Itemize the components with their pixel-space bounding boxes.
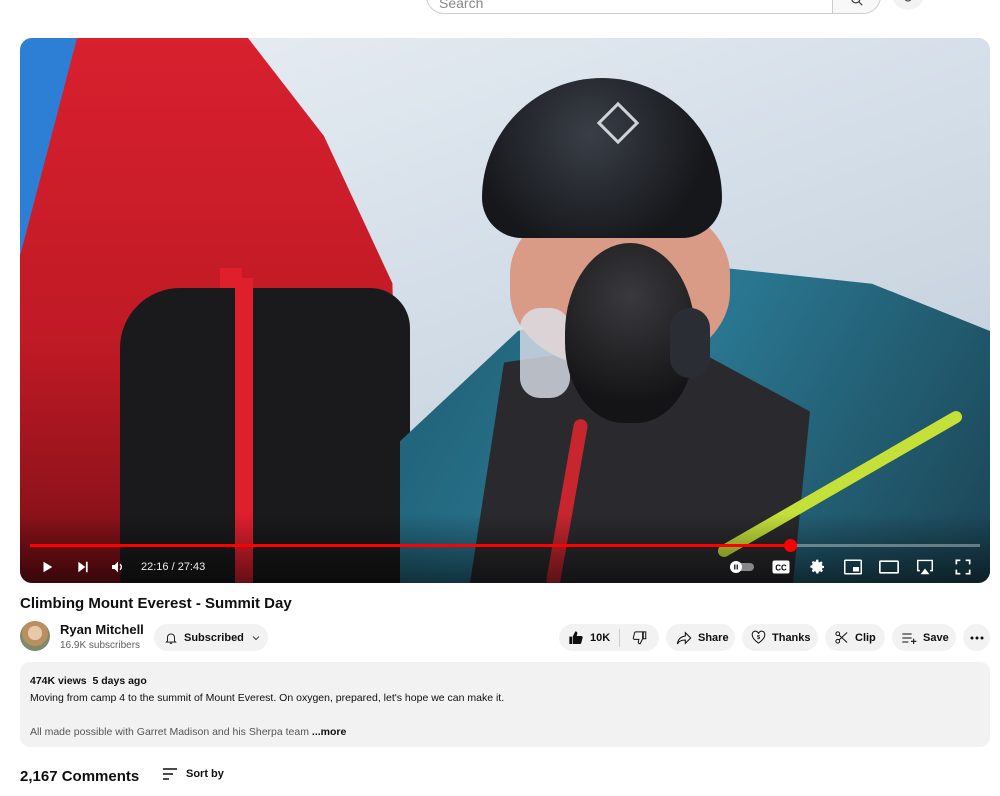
save-playlist-icon bbox=[902, 632, 917, 644]
fullscreen-icon bbox=[955, 559, 971, 575]
svg-text:$: $ bbox=[757, 635, 761, 641]
share-button[interactable]: Share bbox=[666, 624, 735, 651]
progress-fill bbox=[30, 544, 790, 547]
like-count: 10K bbox=[590, 631, 611, 644]
theater-icon bbox=[879, 560, 899, 574]
sort-icon bbox=[163, 768, 177, 780]
more-actions-button[interactable] bbox=[963, 624, 990, 651]
subscribe-button[interactable]: Subscribed bbox=[154, 624, 268, 651]
sort-comments-button[interactable]: Sort by bbox=[162, 768, 224, 780]
thanks-button[interactable]: $ Thanks bbox=[742, 624, 818, 651]
next-icon bbox=[78, 561, 88, 573]
subscribe-label: Subscribed bbox=[184, 631, 244, 644]
progress-bar[interactable] bbox=[30, 539, 980, 552]
svg-text:CC: CC bbox=[775, 564, 787, 573]
cc-icon: CC bbox=[772, 560, 790, 574]
channel-name[interactable]: Ryan Mitchell bbox=[60, 622, 144, 637]
chevron-down-icon bbox=[252, 635, 260, 640]
voice-search-button[interactable] bbox=[892, 0, 924, 10]
subscriber-count: 16.9K subscribers bbox=[60, 640, 141, 651]
next-button[interactable] bbox=[74, 556, 92, 578]
description-text: All made possible with Garret Madison an… bbox=[30, 726, 309, 738]
bell-icon bbox=[165, 632, 177, 644]
thumbs-down-icon bbox=[632, 631, 646, 645]
theater-mode-button[interactable] bbox=[878, 556, 900, 578]
upload-age: 5 days ago bbox=[92, 675, 147, 687]
thanks-label: Thanks bbox=[772, 631, 811, 644]
avatar[interactable] bbox=[20, 621, 50, 651]
video-frame-detail bbox=[520, 308, 570, 398]
clip-button[interactable]: Clip bbox=[825, 624, 885, 651]
play-button[interactable] bbox=[38, 556, 56, 578]
search-icon bbox=[850, 0, 863, 6]
volume-button[interactable] bbox=[109, 556, 127, 578]
fullscreen-button[interactable] bbox=[952, 556, 974, 578]
comments-count: 2,167 Comments bbox=[20, 768, 140, 785]
search-input[interactable]: Search bbox=[427, 0, 832, 11]
thumbs-up-icon bbox=[569, 630, 583, 644]
play-icon bbox=[43, 561, 53, 573]
airplay-icon bbox=[917, 559, 933, 575]
description-line: All made possible with Garret Madison an… bbox=[30, 724, 980, 741]
view-count: 474K views bbox=[30, 675, 87, 687]
save-button[interactable]: Save bbox=[892, 624, 956, 651]
video-frame-detail bbox=[670, 308, 710, 378]
autoplay-toggle-icon bbox=[730, 561, 754, 573]
settings-button[interactable] bbox=[807, 556, 829, 578]
more-horizontal-icon bbox=[970, 636, 983, 639]
search-button[interactable] bbox=[832, 0, 880, 13]
volume-icon bbox=[112, 561, 122, 573]
description-line: Moving from camp 4 to the summit of Moun… bbox=[30, 692, 505, 704]
more-link[interactable]: ...more bbox=[312, 726, 346, 738]
share-label: Share bbox=[698, 631, 729, 644]
autoplay-toggle[interactable] bbox=[728, 556, 756, 578]
description-box[interactable]: 474K views 5 days ago Moving from camp 4… bbox=[20, 662, 990, 747]
like-button[interactable]: 10K bbox=[559, 630, 619, 646]
clip-label: Clip bbox=[855, 631, 876, 644]
save-label: Save bbox=[923, 631, 949, 644]
scrubber-handle[interactable] bbox=[784, 539, 797, 552]
search-bar[interactable]: Search bbox=[426, 0, 881, 14]
captions-button[interactable]: CC bbox=[770, 556, 792, 578]
dislike-button[interactable] bbox=[620, 630, 658, 645]
thanks-icon: $ bbox=[751, 630, 766, 644]
description-meta: 474K views 5 days ago bbox=[30, 673, 980, 690]
airplay-button[interactable] bbox=[914, 556, 936, 578]
video-title: Climbing Mount Everest - Summit Day bbox=[20, 595, 292, 612]
like-dislike-group: 10K bbox=[559, 624, 659, 651]
sort-label: Sort by bbox=[186, 768, 224, 780]
video-player[interactable]: 22:16 / 27:43 CC bbox=[20, 38, 990, 583]
scissors-icon bbox=[835, 631, 848, 644]
time-display: 22:16 / 27:43 bbox=[141, 561, 206, 573]
gear-icon bbox=[810, 559, 824, 574]
share-icon bbox=[676, 630, 692, 645]
mic-icon bbox=[904, 0, 912, 2]
miniplayer-button[interactable] bbox=[842, 556, 864, 578]
miniplayer-icon bbox=[844, 559, 862, 575]
